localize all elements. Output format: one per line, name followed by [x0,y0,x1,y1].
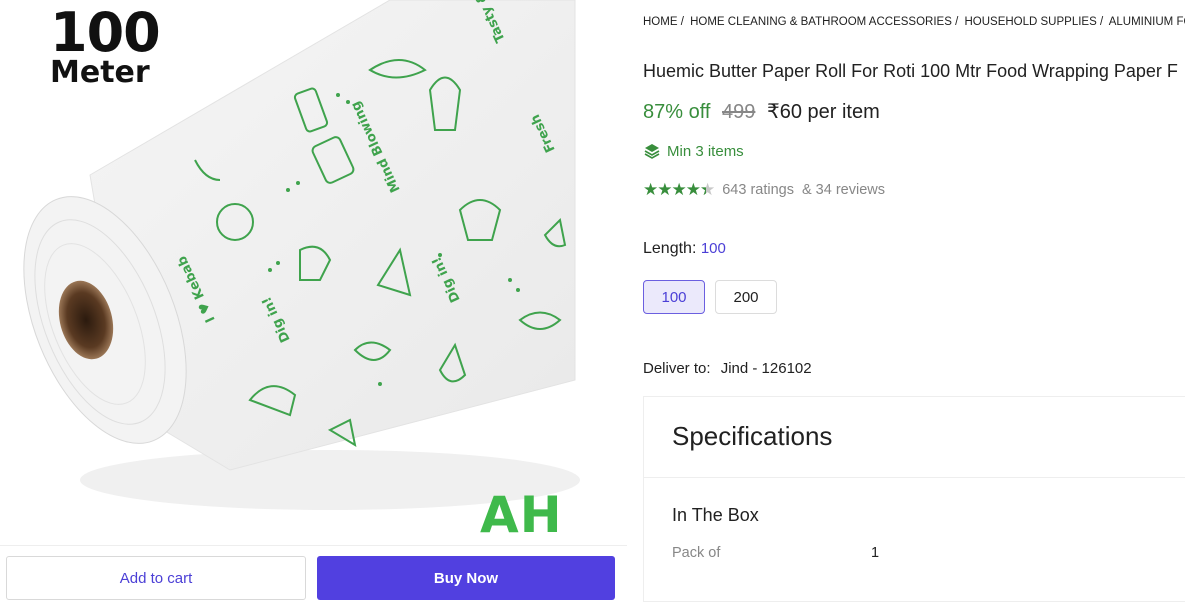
divider [644,477,1185,478]
breadcrumb-item-aluminium-foils[interactable]: ALUMINIUM FOILS & [1109,16,1185,28]
delivery-location[interactable]: Deliver to: Jind - 126102 [643,360,812,377]
deliver-to-value: Jind - 126102 [720,360,812,377]
min-quantity-label: Min 3 items [667,142,744,160]
ratings-count: 643 ratings [722,182,794,198]
action-bar: Add to cart Buy Now [0,545,627,604]
product-image[interactable]: Mind Blowing Dig in! Dig in! I ♥ Kebab T… [0,0,580,545]
length-badge-unit: Meter [50,55,150,90]
original-price: 499 [722,101,756,123]
price-row: 87% off 499 ₹60 per item [643,99,880,124]
layers-icon [644,144,660,159]
specifications-heading: Specifications [672,421,833,451]
breadcrumb: HOME / HOME CLEANING & BATHROOM ACCESSOR… [643,16,1185,28]
length-selected-value: 100 [700,240,726,257]
breadcrumb-item-household-supplies[interactable]: HOUSEHOLD SUPPLIES / [964,16,1103,28]
reviews-count: & 34 reviews [801,182,885,198]
discount-label: 87% off [643,101,711,123]
length-badge: 100 Meter [50,1,161,90]
min-quantity: Min 3 items [643,142,744,160]
length-label: Length: [643,240,697,257]
breadcrumb-item-home-cleaning[interactable]: HOME CLEANING & BATHROOM ACCESSORIES / [690,16,958,28]
rating-row[interactable]: ★★★★★★ 643 ratings & 34 reviews [643,180,885,200]
corner-watermark: AH [480,486,563,544]
length-option-100[interactable]: 100 [643,280,705,314]
spec-key-pack-of: Pack of [672,545,721,561]
selling-price: ₹60 per item [766,101,880,123]
add-to-cart-button[interactable]: Add to cart [6,556,306,600]
deliver-to-label: Deliver to: [643,360,711,377]
specifications-panel: Specifications In The Box Pack of 1 [643,396,1185,602]
length-badge-number: 100 [50,1,161,64]
product-title: Huemic Butter Paper Roll For Roti 100 Mt… [643,61,1178,81]
product-details: HOME / HOME CLEANING & BATHROOM ACCESSOR… [643,0,1185,603]
length-selector-label: Length: 100 [643,240,726,258]
spec-value-pack-of: 1 [871,545,880,561]
product-gallery: Mind Blowing Dig in! Dig in! I ♥ Kebab T… [0,0,627,604]
in-the-box-heading: In The Box [672,505,759,525]
length-option-200[interactable]: 200 [715,280,777,314]
buy-now-button[interactable]: Buy Now [317,556,615,600]
star-rating-icon: ★★★★★★ [643,180,715,199]
breadcrumb-item-home[interactable]: HOME / [643,16,684,28]
